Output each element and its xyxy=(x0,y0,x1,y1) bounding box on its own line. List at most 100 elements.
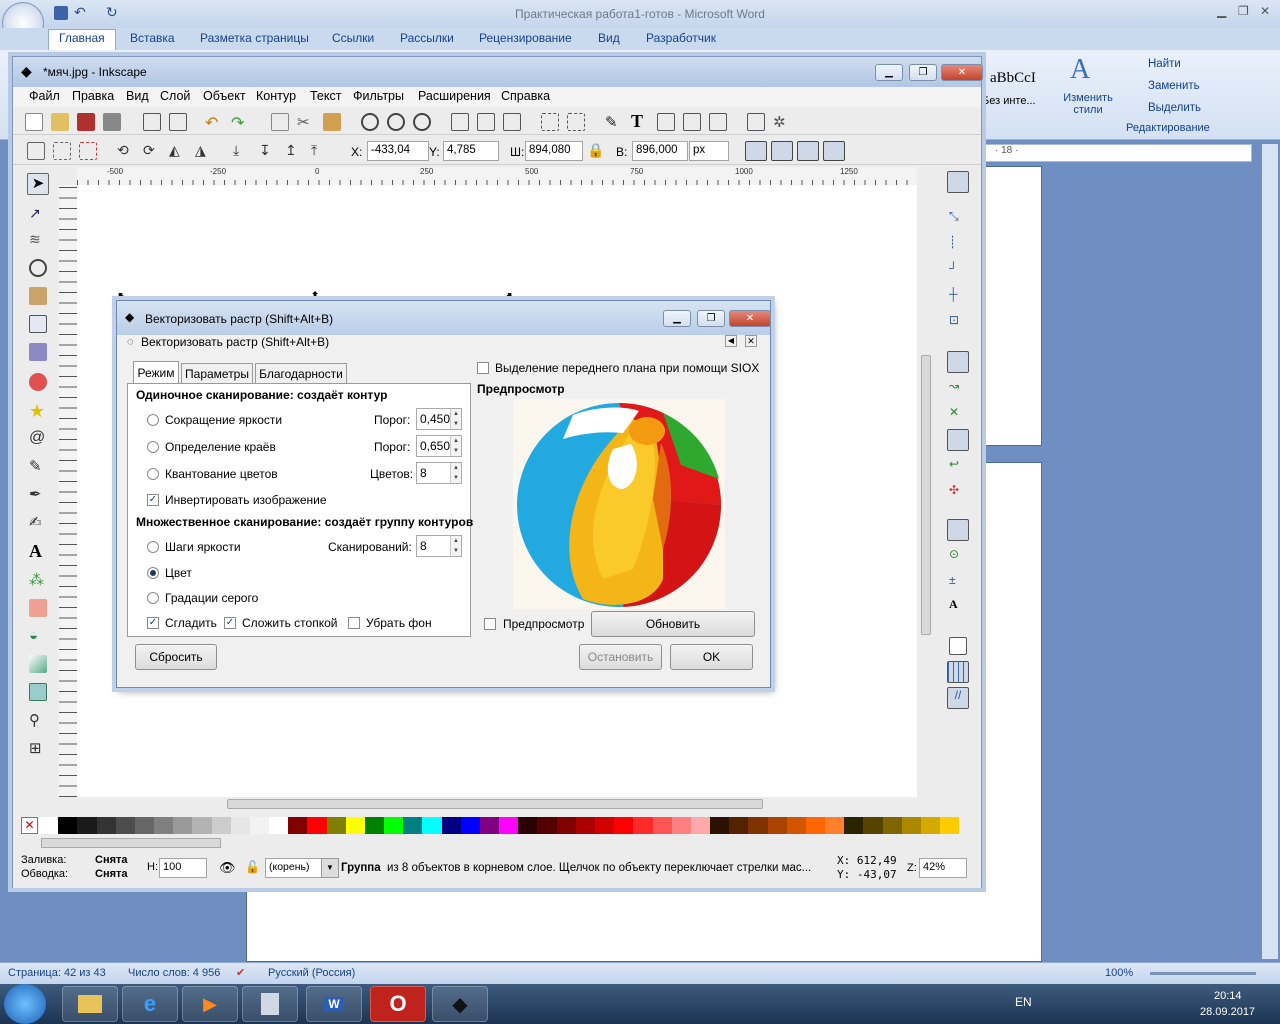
snap-bbox-edge-icon[interactable]: ┊ xyxy=(949,235,967,253)
transform-patterns-icon[interactable] xyxy=(823,141,845,161)
color-swatch[interactable] xyxy=(211,817,231,834)
width-input[interactable]: 894,080 xyxy=(525,141,583,161)
ie-icon[interactable]: e xyxy=(122,986,178,1022)
dialog-minimize-button[interactable]: ▁ xyxy=(663,310,691,327)
color-swatch[interactable] xyxy=(844,817,864,834)
flip-horizontal-icon[interactable]: ◭ xyxy=(169,142,187,160)
color-swatch[interactable] xyxy=(748,817,768,834)
color-swatch[interactable] xyxy=(863,817,883,834)
edges-radio[interactable] xyxy=(147,441,159,453)
clone-icon[interactable] xyxy=(477,113,495,131)
close-button[interactable]: ✕ xyxy=(941,64,983,81)
snap-page-icon[interactable] xyxy=(949,637,967,655)
tab-developer[interactable]: Разработчик xyxy=(646,31,716,45)
snap-bbox-corner-icon[interactable]: ┘ xyxy=(949,261,967,279)
color-swatch[interactable] xyxy=(364,817,385,834)
lock-icon[interactable]: 🔒 xyxy=(587,142,605,160)
color-swatch[interactable] xyxy=(192,817,212,834)
bucket-tool-icon[interactable]: ◒ xyxy=(29,627,47,645)
zoom-selection-icon[interactable] xyxy=(361,113,379,131)
style-sample[interactable]: aBbCcI xyxy=(990,70,1036,87)
save-icon[interactable] xyxy=(77,113,95,131)
scale-stroke-icon[interactable] xyxy=(745,141,767,161)
color-swatch[interactable] xyxy=(384,817,404,834)
flip-vertical-icon[interactable]: ◮ xyxy=(195,142,213,160)
snap-bbox-center-icon[interactable]: ⊡ xyxy=(949,313,967,331)
gradient-tool-icon[interactable] xyxy=(29,655,47,673)
layer-lock-icon[interactable]: 🔓 xyxy=(245,860,263,878)
preferences-icon[interactable]: ✲ xyxy=(773,113,791,131)
scale-corners-icon[interactable] xyxy=(771,141,793,161)
change-styles-button[interactable]: Изменить стили xyxy=(1058,92,1118,116)
snap-toggle-icon[interactable] xyxy=(947,171,969,193)
menu-extensions[interactable]: Расширения xyxy=(418,89,491,103)
opera-icon[interactable]: O xyxy=(370,986,426,1022)
import-icon[interactable] xyxy=(143,113,161,131)
snap-intersection-icon[interactable]: ✕ xyxy=(949,405,967,423)
tab-options[interactable]: Параметры xyxy=(181,363,253,384)
menu-edit[interactable]: Правка xyxy=(72,89,114,103)
ungroup-icon[interactable] xyxy=(567,113,585,131)
update-button[interactable]: Обновить xyxy=(591,611,755,637)
fill-value[interactable]: Снята xyxy=(95,854,128,866)
color-swatch[interactable] xyxy=(882,817,902,834)
color-swatch[interactable] xyxy=(326,817,346,834)
transform-gradients-icon[interactable] xyxy=(797,141,819,161)
x-input[interactable]: -433,04 xyxy=(367,141,429,161)
chevron-down-icon[interactable]: ▼ xyxy=(321,858,339,878)
zoom-level[interactable]: 100% xyxy=(1105,967,1133,979)
group-icon[interactable] xyxy=(541,113,559,131)
color-swatch[interactable] xyxy=(96,817,116,834)
start-button[interactable] xyxy=(4,984,46,1024)
color-swatch[interactable] xyxy=(499,817,519,834)
preview-checkbox[interactable] xyxy=(484,618,496,630)
select-tool-icon[interactable]: ➤ xyxy=(27,173,49,195)
3d-box-tool-icon[interactable] xyxy=(29,343,47,361)
clock-date[interactable]: 28.09.2017 xyxy=(1200,1006,1255,1018)
xml-editor-icon[interactable] xyxy=(657,113,675,131)
text-tool-icon[interactable]: A xyxy=(29,541,47,561)
minimize-icon[interactable]: ▁ xyxy=(1217,4,1226,18)
color-swatch[interactable] xyxy=(710,817,730,834)
color-swatch[interactable] xyxy=(690,817,711,834)
color-swatch[interactable] xyxy=(825,817,845,834)
word-taskbar-icon[interactable]: W xyxy=(306,986,362,1022)
snap-others-icon[interactable] xyxy=(947,519,969,541)
word-count[interactable]: Число слов: 4 956 xyxy=(128,967,220,979)
media-player-icon[interactable]: ▶ xyxy=(182,986,238,1022)
zoom-slider[interactable] xyxy=(1150,972,1256,975)
explorer-icon[interactable] xyxy=(62,986,118,1022)
spray-tool-icon[interactable]: ⁂ xyxy=(29,571,47,589)
smooth-checkbox[interactable]: ✓ xyxy=(147,617,159,629)
tab-mode[interactable]: Режим xyxy=(133,361,179,384)
replace-button[interactable]: Заменить xyxy=(1148,80,1200,92)
paste-icon[interactable] xyxy=(323,113,341,131)
y-input[interactable]: 4,785 xyxy=(443,141,499,161)
tweak-tool-icon[interactable]: ≋ xyxy=(29,231,47,249)
restore-icon[interactable]: ❐ xyxy=(1238,4,1249,18)
snap-grid-icon[interactable] xyxy=(947,661,969,683)
xml-icon[interactable] xyxy=(683,113,701,131)
zoom-input[interactable]: 42% xyxy=(919,858,967,878)
inkscape-taskbar-icon[interactable]: ◆ xyxy=(432,986,488,1022)
page-count[interactable]: Страница: 42 из 43 xyxy=(8,967,106,979)
zoom-tool-icon[interactable] xyxy=(29,259,47,277)
tab-mailings[interactable]: Рассылки xyxy=(400,31,454,45)
scans-input[interactable]: 8 xyxy=(416,535,462,557)
brightness-threshold-input[interactable]: 0,450 xyxy=(416,408,462,430)
find-button[interactable]: Найти xyxy=(1148,58,1181,70)
copy-icon[interactable] xyxy=(271,113,289,131)
gray-radio[interactable] xyxy=(147,592,159,604)
document-properties-icon[interactable] xyxy=(747,113,765,131)
color-swatch[interactable] xyxy=(920,817,941,834)
snap-cusp-icon[interactable] xyxy=(947,429,969,451)
lower-bottom-icon[interactable]: ⤓ xyxy=(233,142,251,160)
canvas-vertical-scrollbar[interactable] xyxy=(919,185,933,797)
menu-help[interactable]: Справка xyxy=(501,89,550,103)
duplicate-icon[interactable] xyxy=(451,113,469,131)
text-font-icon[interactable]: T xyxy=(631,111,649,131)
open-icon[interactable] xyxy=(51,113,69,131)
dialog-close-button[interactable]: ✕ xyxy=(729,310,771,327)
mesh-tool-icon[interactable] xyxy=(29,683,47,701)
snap-center-icon[interactable]: ⊙ xyxy=(949,547,967,565)
